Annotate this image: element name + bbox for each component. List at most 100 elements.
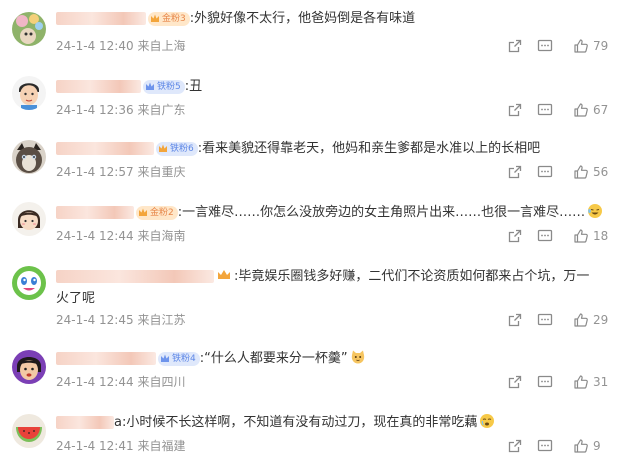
comment-header: 铁粉4:“什么人都要来分一杯羹” [56,348,615,370]
comment-text-continued: 火了呢 [56,291,96,306]
timestamp: 24-1-4 12:40 [56,39,134,53]
comment-header: 金粉2:一言难尽……你怎么没放旁边的女主角照片出来……也很一言难尽…… [56,202,615,224]
comment-text: :外貌好像不太行，他爸妈倒是各有味道 [189,11,416,26]
comment-header: 铁粉5:丑 [56,76,615,98]
cat-emoji-icon [351,350,364,364]
thumbs-up-icon [574,439,588,453]
comment-text: :丑 [184,79,203,94]
comment-meta: 24-1-4 12:44 来自四川 [56,374,185,390]
fan-badge: 铁粉4 [158,351,200,366]
like-button[interactable]: 9 [573,438,601,454]
username[interactable] [56,352,156,365]
username[interactable] [56,270,214,283]
share-icon[interactable] [507,374,523,390]
like-button[interactable]: 31 [573,374,608,390]
fan-badge: 金粉3 [148,11,190,26]
avatar[interactable] [12,202,46,236]
comment-icon[interactable] [537,38,553,54]
crown-icon [151,14,159,22]
like-button[interactable]: 79 [573,38,608,54]
like-button[interactable]: 56 [573,164,608,180]
username[interactable] [56,12,146,25]
comment-icon[interactable] [537,164,553,180]
timestamp: 24-1-4 12:41 [56,439,134,453]
location: 来自上海 [137,39,186,53]
comment-icon[interactable] [537,312,553,328]
crying-emoji-icon [480,414,495,428]
username[interactable] [56,206,134,219]
crown-icon [159,144,167,152]
location: 来自重庆 [137,165,186,179]
avatar[interactable] [12,414,46,448]
username[interactable] [56,80,141,93]
comment-meta: 24-1-4 12:45 来自江苏 [56,312,185,328]
comment-icon[interactable] [537,228,553,244]
share-icon[interactable] [507,38,523,54]
timestamp: 24-1-4 12:36 [56,103,134,117]
username[interactable] [56,416,114,429]
crown-icon [161,354,169,362]
comment-text: :一言难尽……你怎么没放旁边的女主角照片出来……也很一言难尽…… [177,205,586,220]
comment-header: :毕竟娱乐圈钱多好赚，二代们不论资质如何都来占个坑，万一火了呢 [56,266,615,310]
like-count: 9 [593,439,601,453]
comment-text: :“什么人都要来分一杯羹” [199,351,348,366]
share-icon[interactable] [507,438,523,454]
avatar[interactable] [12,76,46,110]
like-button[interactable]: 67 [573,102,608,118]
comment-text: a:小时候不长这样啊，不知道有没有动过刀，现在真的非常吃藕 [114,415,478,430]
comment-header: a:小时候不长这样啊，不知道有没有动过刀，现在真的非常吃藕 [56,412,615,434]
like-count: 31 [593,375,609,389]
crown-icon [139,208,147,216]
comment-meta: 24-1-4 12:44 来自海南 [56,228,185,244]
username[interactable] [56,142,154,155]
comment-icon[interactable] [537,102,553,118]
timestamp: 24-1-4 12:44 [56,229,134,243]
comment-header: 铁粉6:看来美貌还得靠老天，他妈和亲生爹都是水准以上的长相吧 [56,138,615,160]
comment-header: 金粉3:外貌好像不太行，他爸妈倒是各有味道 [56,8,615,30]
share-icon[interactable] [507,102,523,118]
comment-meta: 24-1-4 12:36 来自广东 [56,102,185,118]
like-count: 29 [593,313,609,327]
thumbs-up-icon [574,313,588,327]
timestamp: 24-1-4 12:57 [56,165,134,179]
comment-actions: 79 [507,38,615,54]
thumbs-up-icon [574,39,588,53]
share-icon[interactable] [507,312,523,328]
comment-icon[interactable] [537,438,553,454]
comment-actions: 31 [507,374,615,390]
comment-meta: 24-1-4 12:40 来自上海 [56,38,185,54]
avatar[interactable] [12,266,46,300]
comment-text: :看来美貌还得靠老天，他妈和亲生爹都是水准以上的长相吧 [197,141,541,156]
like-count: 18 [593,229,609,243]
comment-actions: 9 [507,438,615,454]
avatar[interactable] [12,12,46,46]
thumbs-up-icon [574,165,588,179]
thumbs-up-icon [574,229,588,243]
crown-icon [218,270,230,279]
laughing-emoji-icon [588,204,603,218]
avatar[interactable] [12,140,46,174]
share-icon[interactable] [507,228,523,244]
timestamp: 24-1-4 12:44 [56,375,134,389]
thumbs-up-icon [574,375,588,389]
location: 来自江苏 [137,313,186,327]
thumbs-up-icon [574,103,588,117]
share-icon[interactable] [507,164,523,180]
comment-text: :毕竟娱乐圈钱多好赚，二代们不论资质如何都来占个坑，万一 [234,269,590,284]
comment-icon[interactable] [537,374,553,390]
comment-actions: 67 [507,102,615,118]
location: 来自四川 [137,375,186,389]
like-button[interactable]: 29 [573,312,608,328]
like-count: 56 [593,165,609,179]
crown-icon [146,82,154,90]
like-button[interactable]: 18 [573,228,608,244]
comment-meta: 24-1-4 12:41 来自福建 [56,438,185,454]
location: 来自海南 [137,229,186,243]
timestamp: 24-1-4 12:45 [56,313,134,327]
fan-badge: 铁粉5 [143,79,185,94]
fan-badge: 铁粉6 [156,141,198,156]
comment-actions: 56 [507,164,615,180]
location: 来自广东 [137,103,186,117]
avatar[interactable] [12,350,46,384]
like-count: 79 [593,39,609,53]
